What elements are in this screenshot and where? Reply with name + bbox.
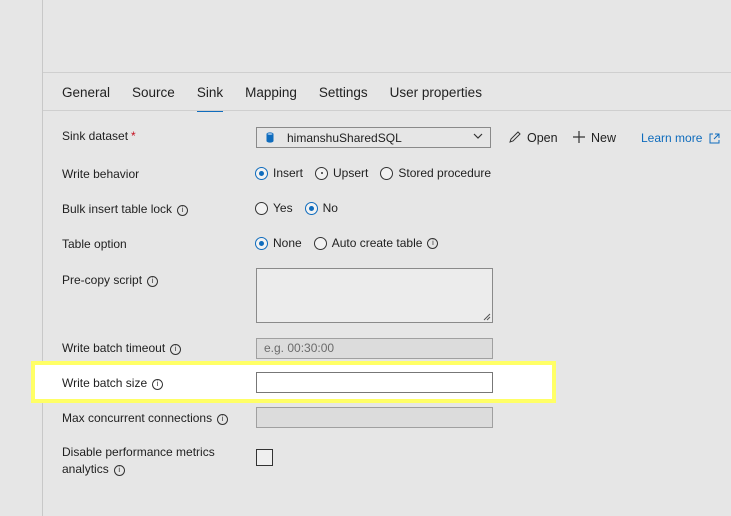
pre-copy-script-label: Pre-copy script i	[62, 273, 159, 287]
tab-settings[interactable]: Settings	[319, 84, 368, 110]
write-batch-timeout-label: Write batch timeout i	[62, 341, 182, 355]
tab-sink[interactable]: Sink	[196, 84, 224, 112]
tab-user-properties[interactable]: User properties	[390, 84, 482, 110]
radio-yes[interactable]: Yes	[255, 201, 293, 215]
panel-divider	[43, 72, 731, 73]
sink-dataset-select[interactable]: himanshuSharedSQL	[256, 127, 491, 148]
sink-dataset-label: Sink dataset *	[62, 129, 136, 143]
info-icon: i	[170, 344, 182, 355]
database-icon	[266, 132, 274, 143]
max-concurrent-input[interactable]	[256, 407, 493, 428]
table-option-label: Table option	[62, 237, 127, 251]
pencil-icon	[509, 131, 521, 143]
write-behavior-label: Write behavior	[62, 167, 140, 181]
write-batch-size-label: Write batch size i	[62, 376, 164, 390]
tab-source[interactable]: Source	[132, 84, 175, 110]
info-icon: i	[427, 237, 439, 249]
radio-circle	[255, 166, 268, 180]
plus-icon	[573, 131, 585, 143]
chevron-down-icon	[473, 133, 483, 139]
write-batch-timeout-input[interactable]: e.g. 00:30:00	[256, 338, 493, 359]
bulk-insert-radio-group: Yes No	[255, 201, 350, 215]
info-icon: i	[217, 414, 229, 425]
radio-auto-create-table[interactable]: Auto create table i	[313, 236, 439, 250]
left-divider	[42, 0, 43, 516]
radio-circle	[315, 166, 329, 180]
external-link-icon	[709, 133, 720, 144]
radio-upsert[interactable]: Upsert	[315, 166, 368, 180]
write-behavior-radio-group: Insert Upsert Stored procedure	[255, 166, 503, 180]
radio-insert[interactable]: Insert	[255, 166, 303, 180]
radio-stored-procedure[interactable]: Stored procedure	[380, 166, 491, 180]
new-dataset-button[interactable]: New	[572, 130, 616, 145]
table-option-radio-group: None Auto create table i	[255, 236, 450, 250]
disable-metrics-checkbox[interactable]	[256, 449, 273, 466]
resize-grip-icon[interactable]	[483, 313, 491, 321]
radio-circle	[313, 236, 327, 250]
info-icon: i	[147, 276, 159, 287]
bulk-insert-label: Bulk insert table lock i	[62, 202, 189, 216]
info-icon: i	[113, 465, 125, 476]
radio-circle	[304, 201, 318, 215]
radio-circle	[380, 166, 394, 180]
sink-dataset-value: himanshuSharedSQL	[287, 131, 402, 145]
disable-metrics-label: Disable performance metrics analytics i	[62, 445, 215, 476]
required-marker: *	[131, 129, 136, 143]
info-icon: i	[177, 205, 189, 216]
radio-circle	[255, 201, 268, 215]
info-icon: i	[152, 379, 164, 390]
learn-more-link[interactable]: Learn more	[641, 131, 720, 145]
write-batch-size-input[interactable]	[256, 372, 493, 393]
radio-circle	[255, 236, 268, 250]
radio-none[interactable]: None	[255, 236, 302, 250]
pre-copy-script-textarea[interactable]	[256, 268, 493, 323]
tab-bar: General Source Sink Mapping Settings Use…	[62, 84, 504, 112]
canvas-area	[43, 0, 731, 72]
open-dataset-button[interactable]: Open	[508, 130, 558, 145]
tab-divider	[43, 110, 731, 111]
max-concurrent-label: Max concurrent connections i	[62, 411, 229, 425]
radio-no[interactable]: No	[304, 201, 338, 215]
tab-general[interactable]: General	[62, 84, 110, 110]
tab-mapping[interactable]: Mapping	[245, 84, 297, 110]
